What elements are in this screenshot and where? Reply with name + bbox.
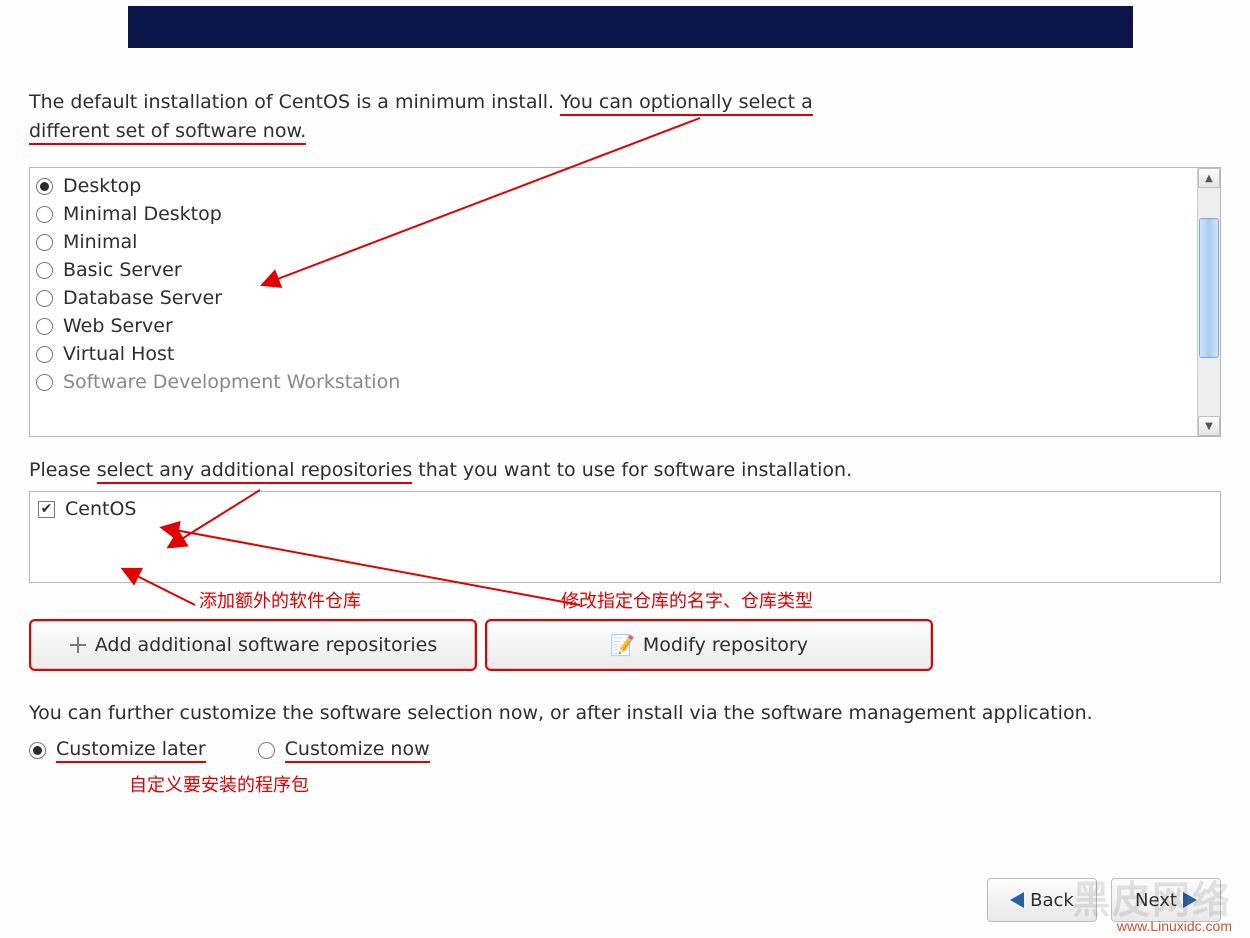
software-option[interactable]: Minimal Desktop bbox=[36, 200, 1191, 228]
software-option[interactable]: Desktop bbox=[36, 172, 1191, 200]
repository-label: CentOS bbox=[65, 498, 136, 520]
software-option-label: Web Server bbox=[63, 315, 173, 337]
annotation-row: 添加额外的软件仓库 修改指定仓库的名字、仓库类型 bbox=[29, 587, 1221, 613]
add-repo-label: Add additional software repositories bbox=[95, 634, 438, 656]
radio-icon[interactable] bbox=[258, 742, 275, 759]
back-button[interactable]: Back bbox=[987, 878, 1097, 922]
modify-repo-label: Modify repository bbox=[643, 634, 808, 656]
radio-icon[interactable] bbox=[36, 346, 53, 363]
radio-icon[interactable] bbox=[36, 374, 53, 391]
software-option[interactable]: Web Server bbox=[36, 312, 1191, 340]
software-option-label: Database Server bbox=[63, 287, 222, 309]
customize-option-label: Customize later bbox=[56, 738, 206, 763]
software-option-label: Basic Server bbox=[63, 259, 182, 281]
plus-icon bbox=[69, 636, 87, 654]
repo-post: that you want to use for software instal… bbox=[412, 459, 852, 481]
next-label: Next bbox=[1135, 890, 1177, 911]
radio-icon[interactable] bbox=[36, 290, 53, 307]
annotation-customize: 自定义要安装的程序包 bbox=[129, 771, 1221, 797]
intro-text: The default installation of CentOS is a … bbox=[29, 88, 1221, 145]
radio-icon[interactable] bbox=[36, 234, 53, 251]
software-option[interactable]: Software Development Workstation bbox=[36, 368, 1191, 396]
repo-pre: Please bbox=[29, 459, 97, 481]
next-button[interactable]: Next bbox=[1111, 878, 1221, 922]
back-label: Back bbox=[1030, 890, 1074, 911]
radio-icon[interactable] bbox=[36, 206, 53, 223]
intro-pre: The default installation of CentOS is a … bbox=[29, 91, 560, 113]
software-selection-list: Desktop Minimal Desktop Minimal Basic Serve… bbox=[29, 167, 1221, 437]
customize-option[interactable]: Customize now bbox=[258, 738, 430, 763]
checkbox-icon[interactable]: ✔ bbox=[38, 501, 55, 518]
scroll-up-button[interactable]: ▲ bbox=[1198, 168, 1220, 188]
software-option-label: Desktop bbox=[63, 175, 141, 197]
radio-icon[interactable] bbox=[29, 742, 46, 759]
customize-text: You can further customize the software s… bbox=[29, 699, 1221, 728]
repository-item[interactable]: ✔ CentOS bbox=[38, 498, 1212, 520]
radio-icon[interactable] bbox=[36, 318, 53, 335]
annotation-add-repo: 添加额外的软件仓库 bbox=[199, 587, 361, 613]
add-repositories-button[interactable]: Add additional software repositories bbox=[29, 619, 477, 671]
annotation-modify-repo: 修改指定仓库的名字、仓库类型 bbox=[561, 587, 813, 613]
software-option-label: Virtual Host bbox=[63, 343, 174, 365]
software-option[interactable]: Database Server bbox=[36, 284, 1191, 312]
modify-repository-button[interactable]: 📝 Modify repository bbox=[485, 619, 933, 671]
arrow-right-icon bbox=[1183, 892, 1197, 908]
intro-underlined-2: different set of software now. bbox=[29, 120, 306, 145]
software-option[interactable]: Basic Server bbox=[36, 256, 1191, 284]
repo-instruction: Please select any additional repositorie… bbox=[29, 459, 1221, 481]
repository-list: ✔ CentOS bbox=[29, 491, 1221, 583]
edit-icon: 📝 bbox=[610, 633, 635, 657]
software-option[interactable]: Minimal bbox=[36, 228, 1191, 256]
radio-icon[interactable] bbox=[36, 262, 53, 279]
intro-underlined-1: You can optionally select a bbox=[560, 91, 813, 116]
software-option-label: Software Development Workstation bbox=[63, 371, 400, 393]
arrow-left-icon bbox=[1010, 892, 1024, 908]
software-option-label: Minimal bbox=[63, 231, 137, 253]
scroll-thumb[interactable] bbox=[1199, 218, 1219, 358]
customize-option[interactable]: Customize later bbox=[29, 738, 206, 763]
header-banner bbox=[128, 6, 1133, 48]
scrollbar[interactable]: ▲ ▼ bbox=[1197, 168, 1220, 436]
repo-underlined: select any additional repositories bbox=[97, 459, 413, 484]
customize-option-label: Customize now bbox=[285, 738, 430, 763]
software-option[interactable]: Virtual Host bbox=[36, 340, 1191, 368]
software-option-label: Minimal Desktop bbox=[63, 203, 222, 225]
radio-icon[interactable] bbox=[36, 178, 53, 195]
scroll-track[interactable] bbox=[1198, 188, 1220, 416]
scroll-down-button[interactable]: ▼ bbox=[1198, 416, 1220, 436]
